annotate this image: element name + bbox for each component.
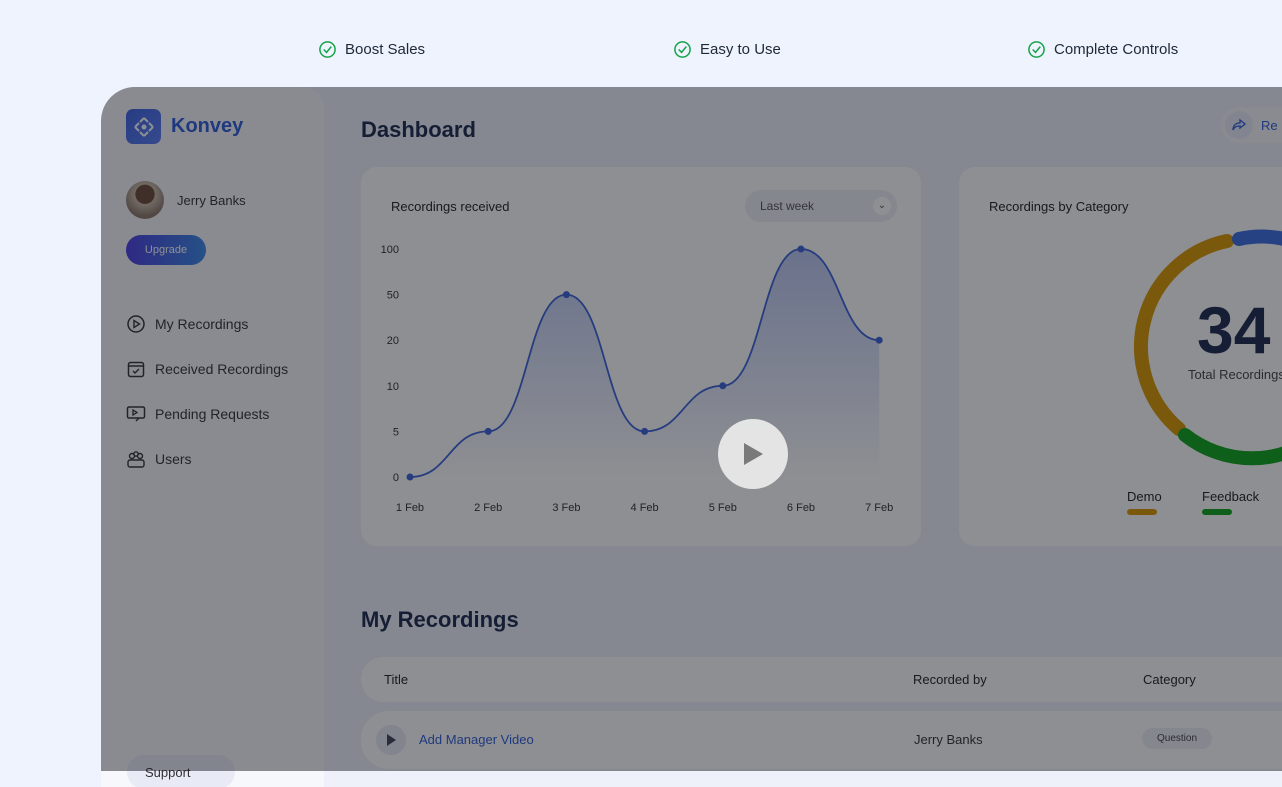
column-header: Title	[384, 672, 409, 687]
legend-swatch	[1202, 509, 1232, 515]
sidebar-item-label: Received Recordings	[155, 360, 289, 377]
logo-icon	[126, 109, 161, 144]
share-icon	[1225, 111, 1253, 139]
data-point	[641, 427, 649, 435]
sidebar: Konvey Jerry Banks Upgrade My Recordings…	[101, 87, 324, 787]
x-tick-label: 4 Feb	[631, 502, 659, 514]
user-name: Jerry Banks	[177, 192, 246, 208]
users-icon	[127, 450, 145, 468]
check-circle-icon	[319, 41, 336, 58]
sidebar-item-label: Pending Requests	[155, 405, 270, 422]
support-button[interactable]: Support	[127, 755, 235, 787]
feature-easy-to-use: Easy to Use	[673, 40, 781, 59]
data-point	[406, 473, 414, 481]
user-profile[interactable]: Jerry Banks	[126, 181, 246, 219]
data-point	[562, 291, 570, 299]
check-circle-icon	[674, 41, 691, 58]
avatar	[126, 181, 164, 219]
play-circle-icon	[127, 314, 145, 333]
legend-swatch	[1127, 509, 1157, 515]
calendar-check-icon	[127, 361, 145, 377]
x-tick-label: 6 Feb	[787, 502, 815, 514]
sidebar-item-label: Users	[155, 450, 192, 467]
logo: Konvey	[126, 109, 243, 144]
share-label: Re	[1261, 117, 1278, 133]
column-header: Category	[1143, 672, 1196, 687]
feature-label: Complete Controls	[1054, 41, 1179, 58]
x-tick-label: 5 Feb	[709, 502, 737, 514]
upgrade-button[interactable]: Upgrade	[126, 235, 206, 265]
data-point	[484, 427, 492, 435]
play-video-button[interactable]	[718, 419, 788, 489]
donut-segment-other	[1232, 229, 1282, 246]
column-header: Recorded by	[913, 672, 987, 687]
data-point	[797, 245, 805, 253]
y-tick-label: 100	[381, 244, 399, 256]
sidebar-item-my-recordings[interactable]: My Recordings	[126, 301, 288, 346]
feature-label: Boost Sales	[345, 41, 426, 58]
x-tick-label: 7 Feb	[865, 502, 893, 514]
video-request-icon	[126, 405, 146, 421]
legend-label: Feedback	[1202, 489, 1260, 504]
play-icon	[744, 443, 763, 465]
dashboard-video-thumbnail: Konvey Jerry Banks Upgrade My Recordings…	[101, 87, 1282, 787]
sidebar-nav: My Recordings Received Recordings Pendin…	[126, 301, 288, 481]
donut-segment-feedback	[1178, 428, 1282, 466]
legend-label: Demo	[1127, 489, 1162, 504]
recordings-by-category-card: Recordings by Category 34 Total Recordin…	[959, 167, 1282, 546]
legend-demo: Demo	[1127, 489, 1162, 515]
table-row[interactable]: Add Manager Video Jerry Banks Question	[361, 711, 1282, 769]
data-point	[875, 336, 883, 344]
check-circle-icon	[1028, 41, 1045, 58]
y-tick-label: 20	[387, 335, 399, 347]
y-tick-label: 10	[387, 381, 399, 393]
feature-complete-controls: Complete Controls	[1027, 40, 1178, 59]
support-label: Support	[145, 765, 191, 780]
recordings-received-card: Recordings received Last week ⌄ 0 5 10 20 50 1…	[361, 167, 921, 546]
total-label: Total Recordings	[1188, 367, 1282, 382]
sidebar-item-received-recordings[interactable]: Received Recordings	[126, 346, 288, 391]
sidebar-item-pending-requests[interactable]: Pending Requests	[126, 391, 288, 436]
x-tick-label: 2 Feb	[474, 502, 502, 514]
play-icon[interactable]	[376, 725, 406, 755]
line-area	[410, 249, 880, 477]
y-tick-label: 50	[387, 290, 399, 302]
feature-label: Easy to Use	[700, 41, 781, 58]
y-tick-label: 0	[393, 472, 399, 484]
y-tick-label: 5	[393, 426, 399, 438]
sidebar-item-label: My Recordings	[155, 315, 249, 332]
section-title: My Recordings	[361, 607, 519, 632]
feature-boost-sales: Boost Sales	[318, 40, 425, 59]
recorded-by: Jerry Banks	[914, 732, 983, 747]
share-button[interactable]: Re	[1221, 107, 1282, 143]
page-title: Dashboard	[361, 117, 476, 142]
line-chart: 0 5 10 20 50 100 1 Feb 2 Feb 3 Feb 4 Feb 5 Feb 6 Fe…	[381, 244, 894, 514]
legend-feedback: Feedback	[1202, 489, 1259, 515]
x-tick-label: 3 Feb	[552, 502, 580, 514]
x-tick-label: 1 Feb	[396, 502, 424, 514]
total-count: 34	[1197, 293, 1271, 367]
recording-title[interactable]: Add Manager Video	[419, 732, 534, 747]
data-point	[719, 382, 727, 390]
table-header: Title Recorded by Category	[361, 657, 1282, 702]
brand-name: Konvey	[171, 115, 244, 137]
sidebar-item-users[interactable]: Users	[126, 436, 288, 481]
category-badge: Question	[1142, 728, 1213, 749]
